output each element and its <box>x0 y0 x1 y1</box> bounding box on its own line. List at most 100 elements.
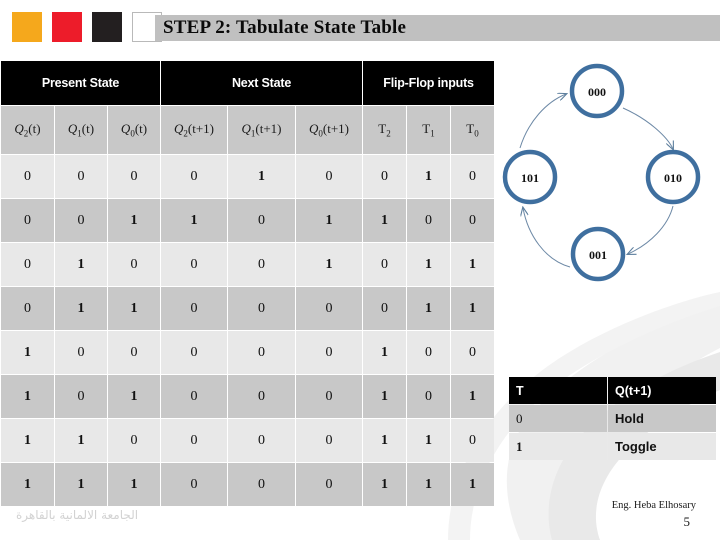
state-cell: 1 <box>407 419 451 462</box>
state-cell: 1 <box>407 463 451 506</box>
state-node-000-label: 000 <box>588 85 606 99</box>
state-node-010-label: 010 <box>664 171 682 185</box>
state-cell: 1 <box>451 463 495 506</box>
state-cell: 0 <box>108 331 161 374</box>
state-cell: 0 <box>296 287 363 330</box>
state-cell: 1 <box>55 419 107 462</box>
state-table-body: 0000100100011011000100010110110000111000… <box>1 155 495 506</box>
state-table: Present State Next State Flip-Flop input… <box>0 60 495 507</box>
column-header-t0: T0 <box>451 106 495 154</box>
state-cell: 1 <box>55 243 107 286</box>
table-row: 001101100 <box>1 199 495 242</box>
state-cell: 0 <box>161 419 228 462</box>
column-header-q1-t: Q1(t) <box>55 106 107 154</box>
page-number: 5 <box>683 514 691 529</box>
state-cell: 0 <box>228 287 296 330</box>
state-cell: 0 <box>363 155 407 198</box>
state-cell: 0 <box>1 199 54 242</box>
column-header-q0-t: Q0(t) <box>108 106 161 154</box>
state-cell: 0 <box>161 463 228 506</box>
state-cell: 0 <box>407 331 451 374</box>
tff-row-toggle-t: 1 <box>509 433 607 460</box>
state-cell: 0 <box>363 243 407 286</box>
state-transition-diagram: 000 010 001 101 <box>502 63 701 282</box>
state-cell: 1 <box>108 199 161 242</box>
state-cell: 1 <box>407 243 451 286</box>
state-cell: 1 <box>363 419 407 462</box>
state-cell: 0 <box>407 375 451 418</box>
swatch-black <box>92 12 122 42</box>
column-header-q1-t1: Q1(t+1) <box>228 106 296 154</box>
group-header-next-state: Next State <box>161 61 363 105</box>
state-cell: 0 <box>55 375 107 418</box>
state-node-001-label: 001 <box>589 248 607 262</box>
state-cell: 1 <box>55 287 107 330</box>
state-cell: 1 <box>1 331 54 374</box>
state-cell: 1 <box>108 463 161 506</box>
state-node-101-label: 101 <box>521 171 539 185</box>
state-cell: 0 <box>108 155 161 198</box>
state-cell: 0 <box>108 243 161 286</box>
tff-row-toggle: 1 Toggle <box>509 433 716 460</box>
column-header-q0-t1: Q0(t+1) <box>296 106 363 154</box>
swatch-amber <box>12 12 42 42</box>
state-cell: 0 <box>228 243 296 286</box>
table-row: 000010010 <box>1 155 495 198</box>
state-cell: 1 <box>1 419 54 462</box>
transition-101-to-000 <box>519 94 566 149</box>
state-cell: 1 <box>228 155 296 198</box>
state-cell: 0 <box>228 199 296 242</box>
state-cell: 0 <box>228 331 296 374</box>
state-cell: 1 <box>451 287 495 330</box>
state-cell: 1 <box>451 375 495 418</box>
transition-010-to-001 <box>628 205 674 254</box>
state-cell: 1 <box>296 243 363 286</box>
state-cell: 0 <box>451 199 495 242</box>
column-header-q2-t1: Q2(t+1) <box>161 106 228 154</box>
state-cell: 0 <box>108 419 161 462</box>
state-cell: 0 <box>228 463 296 506</box>
state-cell: 1 <box>55 463 107 506</box>
swatch-red <box>52 12 82 42</box>
table-row: 111000111 <box>1 463 495 506</box>
table-row: 011000011 <box>1 287 495 330</box>
column-header-t2: T2 <box>363 106 407 154</box>
state-cell: 0 <box>451 155 495 198</box>
state-cell: 0 <box>451 331 495 374</box>
state-cell: 1 <box>363 199 407 242</box>
group-header-present-state: Present State <box>1 61 161 105</box>
state-cell: 0 <box>161 243 228 286</box>
state-cell: 0 <box>55 155 107 198</box>
state-cell: 1 <box>363 331 407 374</box>
tff-header-qnext: Q(t+1) <box>608 377 716 404</box>
state-cell: 0 <box>296 155 363 198</box>
tff-header-t: T <box>509 377 607 404</box>
state-cell: 1 <box>296 199 363 242</box>
state-cell: 1 <box>451 243 495 286</box>
transition-001-to-101 <box>523 208 571 268</box>
page-title: STEP 2: Tabulate State Table <box>163 17 407 38</box>
state-cell: 0 <box>296 375 363 418</box>
state-cell: 0 <box>1 243 54 286</box>
state-cell: 1 <box>108 287 161 330</box>
color-swatch-row <box>12 12 162 42</box>
tff-truth-table: T Q(t+1) 0 Hold 1 Toggle <box>508 376 717 461</box>
university-watermark-text: الجامعة الالمانية بالقاهرة <box>16 508 139 522</box>
state-cell: 1 <box>407 155 451 198</box>
state-cell: 1 <box>108 375 161 418</box>
state-cell: 0 <box>55 331 107 374</box>
tff-row-hold: 0 Hold <box>509 405 716 432</box>
state-cell: 0 <box>296 331 363 374</box>
state-cell: 1 <box>363 463 407 506</box>
table-row: 110000110 <box>1 419 495 462</box>
state-cell: 0 <box>407 199 451 242</box>
state-cell: 0 <box>161 155 228 198</box>
tff-header-row: T Q(t+1) <box>509 377 716 404</box>
state-cell: 1 <box>1 375 54 418</box>
state-cell: 0 <box>55 199 107 242</box>
group-header-flipflop-inputs: Flip-Flop inputs <box>363 61 495 105</box>
state-cell: 0 <box>161 287 228 330</box>
state-cell: 0 <box>161 375 228 418</box>
tff-row-hold-t: 0 <box>509 405 607 432</box>
table-row: 100000100 <box>1 331 495 374</box>
